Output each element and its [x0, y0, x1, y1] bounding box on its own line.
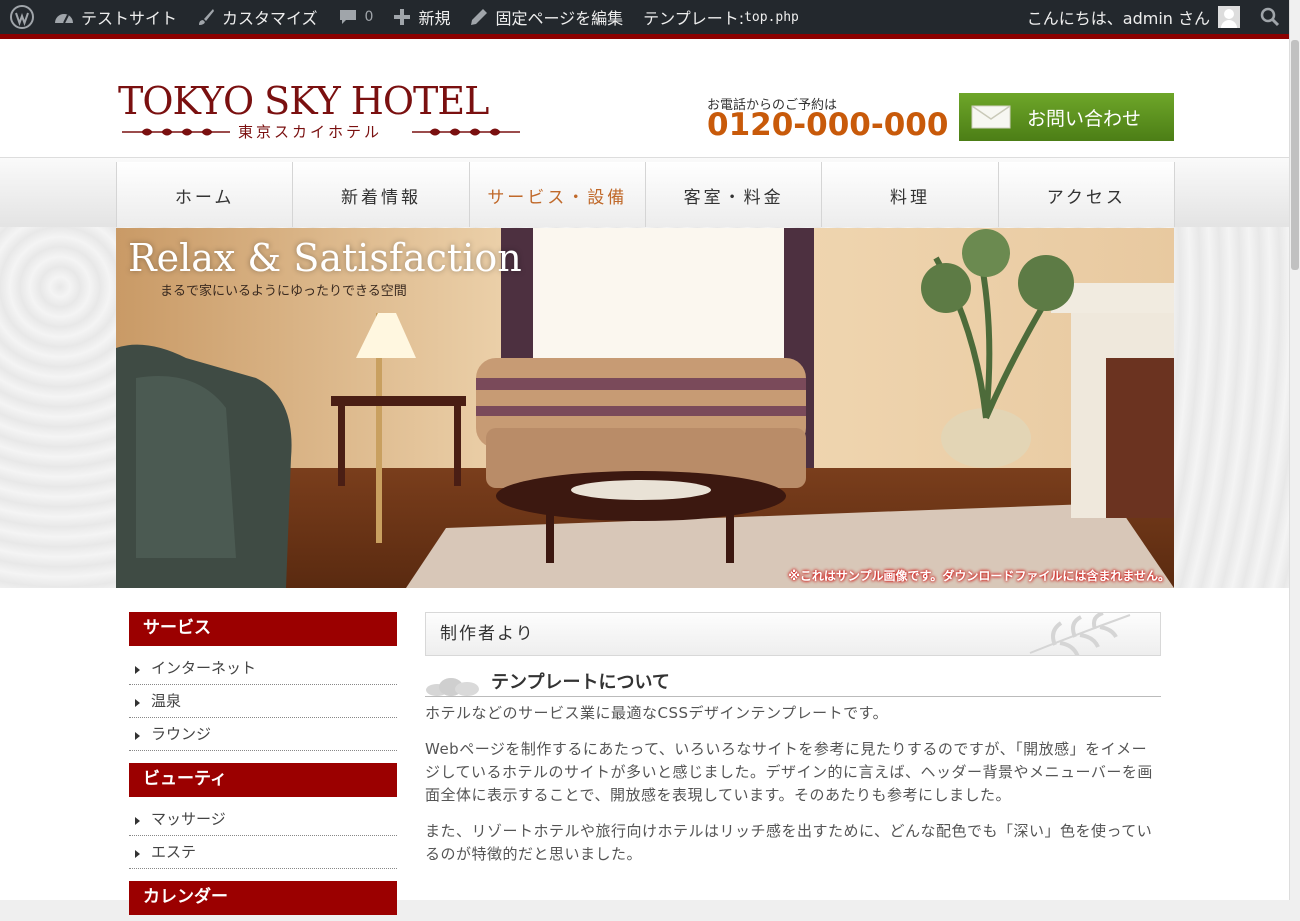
hero-subtitle: まるで家にいるようにゆったりできる空間	[160, 284, 407, 299]
logo-title: TOKYO SKY HOTEL	[118, 79, 489, 123]
sidebar-list-beauty: マッサージ エステ	[129, 803, 397, 869]
global-nav: ホーム 新着情報 サービス・設備 客室・料金 料理 アクセス	[116, 162, 1175, 228]
leaf-decoration-icon	[1029, 613, 1131, 655]
paragraph-2: Webページを制作するにあたって、いろいろなサイトを参考に見たりするのですが、「…	[425, 740, 1153, 804]
hero-sample-note: ※これはサンプル画像です。ダウンロードファイルには含まれません。	[788, 569, 1170, 583]
brush-icon	[197, 8, 215, 26]
sidebar-item-massage[interactable]: マッサージ	[129, 803, 397, 836]
nav-item-access[interactable]: アクセス	[998, 162, 1175, 228]
sidebar-item-internet[interactable]: インターネット	[129, 652, 397, 685]
contact-button[interactable]: お問い合わせ	[959, 93, 1174, 141]
pencil-icon	[470, 8, 488, 26]
nav-item-services[interactable]: サービス・設備	[469, 162, 646, 228]
phone-number[interactable]: 0120-000-000	[707, 107, 948, 143]
scrollbar-thumb[interactable]	[1291, 40, 1299, 270]
sidebar: サービス インターネット 温泉 ラウンジ ビューティ マッサージ エステ カレン…	[129, 612, 397, 921]
paragraph-1: ホテルなどのサービス業に最適なCSSデザインテンプレートです。	[425, 704, 889, 722]
page-scrollbar[interactable]	[1289, 0, 1300, 900]
hero-title: Relax & Satisfaction	[128, 236, 522, 280]
sidebar-heading-beauty: ビューティ	[129, 763, 397, 797]
edit-page-label: 固定ページを編集	[495, 9, 624, 28]
edit-page-button[interactable]: 固定ページを編集	[460, 0, 633, 34]
greeting-label: こんにちは、admin さん	[1026, 9, 1210, 28]
template-file: top.php	[744, 9, 799, 25]
sidebar-item-esthetic[interactable]: エステ	[129, 836, 397, 869]
site-name-label: テストサイト	[81, 9, 178, 28]
sidebar-heading-calendar: カレンダー	[129, 881, 397, 915]
logo-subtitle: 東京スカイホテル	[238, 123, 383, 141]
main-heading-text: 制作者より	[440, 624, 535, 644]
main-content: 制作者より テンプレートについて ホテルなどのサービス業に最適なCSSデザインテ…	[425, 612, 1161, 866]
comments-count: 0	[364, 9, 374, 25]
global-nav-bar: ホーム 新着情報 サービス・設備 客室・料金 料理 アクセス	[0, 157, 1290, 228]
dashboard-icon	[54, 9, 74, 25]
envelope-icon	[971, 105, 1011, 129]
template-prefix: テンプレート:	[643, 9, 745, 28]
nav-item-home[interactable]: ホーム	[117, 162, 294, 228]
customize-button[interactable]: カスタマイズ	[187, 0, 328, 34]
wordpress-icon	[10, 5, 34, 29]
sidebar-item-lounge[interactable]: ラウンジ	[129, 718, 397, 751]
customize-label: カスタマイズ	[222, 9, 318, 28]
laurel-right-icon	[412, 128, 520, 136]
wordpress-logo-button[interactable]	[0, 0, 44, 34]
subheading-text: テンプレートについて	[491, 672, 670, 693]
subheading: テンプレートについて	[425, 668, 1161, 697]
avatar	[1218, 6, 1240, 28]
search-button[interactable]	[1250, 0, 1290, 34]
sidebar-list-services: インターネット 温泉 ラウンジ	[129, 652, 397, 751]
site-logo[interactable]: TOKYO SKY HOTEL 東京スカイホテル	[118, 81, 528, 151]
site-header: TOKYO SKY HOTEL 東京スカイホテル お電話からのご予約は 0120…	[0, 39, 1290, 157]
nav-item-cuisine[interactable]: 料理	[822, 162, 999, 228]
paragraph-3: また、リゾートホテルや旅行向けホテルはリッチ感を出すために、どんな配色でも「深い…	[425, 822, 1153, 863]
nav-item-news[interactable]: 新着情報	[293, 162, 470, 228]
search-icon	[1260, 7, 1280, 27]
site-name-menu[interactable]: テストサイト	[44, 0, 187, 34]
new-content-button[interactable]: 新規	[383, 0, 460, 34]
admin-bar: テストサイト カスタマイズ 0 新規 固定ページを編集 テンプレート: top.p…	[0, 0, 1290, 34]
sidebar-heading-services: サービス	[129, 612, 397, 646]
sidebar-item-hot-spring[interactable]: 温泉	[129, 685, 397, 718]
laurel-left-icon	[122, 128, 230, 136]
content-area: サービス インターネット 温泉 ラウンジ ビューティ マッサージ エステ カレン…	[0, 588, 1290, 915]
main-heading: 制作者より	[425, 612, 1161, 656]
hero-image: Relax & Satisfaction まるで家にいるようにゆったりできる空間…	[116, 228, 1174, 588]
plus-icon	[393, 8, 411, 26]
comment-icon	[338, 8, 358, 26]
template-info[interactable]: テンプレート: top.php	[633, 0, 809, 34]
new-label: 新規	[418, 9, 451, 28]
comments-button[interactable]: 0	[328, 0, 384, 34]
cloud-icon	[426, 678, 479, 696]
contact-button-label: お問い合わせ	[1027, 107, 1142, 130]
my-account-menu[interactable]: こんにちは、admin さん	[1017, 0, 1250, 34]
nav-item-rooms[interactable]: 客室・料金	[645, 162, 823, 228]
